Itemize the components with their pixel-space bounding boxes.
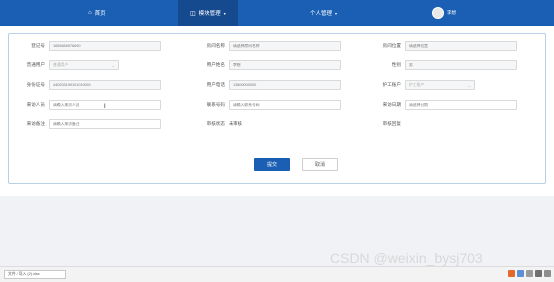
field-visit-date: 来访日期 — [365, 99, 517, 111]
room-location-input[interactable] — [405, 41, 517, 51]
settings-icon[interactable] — [535, 270, 542, 277]
system-tray — [508, 270, 551, 277]
visit-remark-input[interactable] — [49, 119, 161, 129]
field-ordinary-user: 普通用户 普通用户 ⌄ — [9, 59, 119, 71]
field-contact-phone: 联系号码 — [189, 99, 341, 111]
download-tab[interactable]: 文件 / 导入 (2).xlsx — [4, 270, 66, 279]
nav-module-management[interactable]: ◫ 模块管理 ▾ — [178, 0, 238, 26]
label-audit-status: 审核状态 — [206, 121, 225, 126]
mic-icon[interactable] — [526, 270, 533, 277]
label-audit-reply: 审核回复 — [382, 121, 401, 126]
avatar — [432, 7, 444, 19]
user-name: 李想 — [447, 10, 456, 15]
label-contact-phone: 联系号码 — [206, 102, 225, 107]
registration-no-input[interactable] — [49, 41, 161, 51]
label-registration-no: 登记号 — [31, 43, 45, 48]
submit-button[interactable]: 提交 — [254, 158, 290, 171]
audit-status-value: 未审核 — [229, 121, 242, 126]
field-room-location: 房间位置 — [365, 40, 517, 52]
label-ordinary-user: 普通用户 — [26, 62, 45, 67]
field-audit-status: 审核状态 未审核 — [189, 118, 242, 130]
ordinary-user-select[interactable]: 普通用户 ⌄ — [49, 60, 119, 70]
field-gender: 性别 — [365, 59, 517, 71]
label-gender: 性别 — [391, 62, 401, 67]
visit-date-input[interactable] — [405, 100, 517, 110]
module-icon: ◫ — [190, 10, 196, 17]
chevron-down-icon: ⌄ — [111, 62, 115, 68]
home-icon: ⌂ — [88, 10, 92, 16]
label-room-location: 房间位置 — [382, 43, 401, 48]
field-user-phone: 用户电话 — [189, 79, 341, 91]
user-menu[interactable]: 李想 — [432, 0, 456, 26]
id-card-input[interactable] — [49, 80, 161, 90]
label-room-name: 房间名称 — [206, 43, 225, 48]
label-id-card: 身份证号 — [26, 82, 45, 87]
label-visit-date: 来访日期 — [382, 102, 401, 107]
label-user-phone: 用户电话 — [206, 82, 225, 87]
status-bar: 文件 / 导入 (2).xlsx — [0, 266, 554, 282]
nav-home[interactable]: ⌂ 首页 — [88, 0, 106, 26]
user-phone-input[interactable] — [229, 80, 341, 90]
label-visit-remark: 来访备注 — [26, 121, 45, 126]
contact-phone-input[interactable] — [229, 100, 341, 110]
gender-input[interactable] — [405, 60, 517, 70]
sogou-icon[interactable] — [508, 270, 515, 277]
label-user-name: 用户姓名 — [206, 62, 225, 67]
nav-personal-label: 个人管理 — [310, 11, 333, 17]
field-user-name: 用户姓名 — [189, 59, 341, 71]
text-cursor-icon: Ι — [104, 104, 106, 110]
chevron-down-icon: ⌄ — [467, 82, 471, 88]
field-visit-remark: 来访备注 — [9, 118, 161, 130]
field-room-name: 房间名称 — [189, 40, 341, 52]
field-nurse-account: 护工账户 护工账户 ⌄ — [365, 79, 475, 91]
chevron-down-icon: ▾ — [335, 10, 338, 16]
watermark-text: CSDN @weixin_bysj703 — [330, 250, 483, 266]
field-id-card: 身份证号 — [9, 79, 161, 91]
top-navbar: ⌂ 首页 ◫ 模块管理 ▾ 个人管理 ▾ 李想 — [0, 0, 554, 26]
label-nurse-account: 护工账户 — [382, 82, 401, 87]
label-visitor: 来访人员 — [26, 102, 45, 107]
field-registration-no: 登记号 — [9, 40, 161, 52]
field-visitor: 来访人员 — [9, 99, 161, 111]
chevron-down-icon: ▾ — [223, 10, 226, 16]
nurse-account-select-value: 护工账户 — [409, 82, 425, 87]
keyboard-icon[interactable] — [544, 270, 551, 277]
cancel-button[interactable]: 取消 — [302, 158, 338, 171]
nav-personal-management[interactable]: 个人管理 ▾ — [310, 0, 337, 26]
nav-module-label: 模块管理 — [198, 11, 221, 17]
field-audit-reply: 审核回复 — [365, 118, 405, 130]
nurse-account-select[interactable]: 护工账户 ⌄ — [405, 80, 475, 90]
ordinary-user-select-value: 普通用户 — [53, 62, 69, 67]
user-name-input[interactable] — [229, 60, 341, 70]
room-name-input[interactable] — [229, 41, 341, 51]
nav-home-label: 首页 — [94, 11, 106, 17]
input-method-icon[interactable] — [517, 270, 524, 277]
